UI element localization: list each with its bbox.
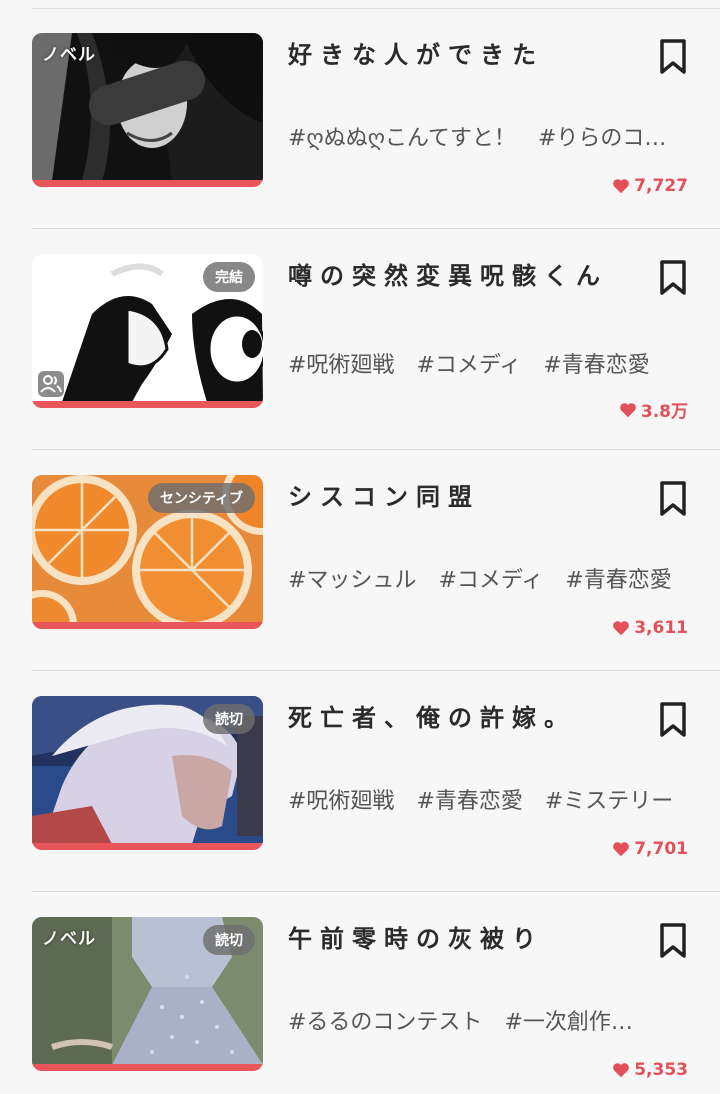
tag[interactable]: #青春恋愛	[543, 353, 649, 378]
heart-icon	[613, 179, 630, 194]
like-count: 3.8万	[619, 397, 688, 422]
story-title[interactable]: 死亡者、俺の許嫁。	[288, 697, 608, 739]
completed-badge: 完結	[203, 262, 255, 292]
tag[interactable]: #呪術廻戦	[288, 353, 394, 378]
heart-icon	[620, 402, 636, 417]
story-title[interactable]: 噂の突然変異呪骸くん	[288, 255, 608, 297]
tag[interactable]: #青春恋愛	[565, 568, 671, 593]
story-list: ノベル 好きな人ができた #ღぬぬღこんてすと！ #りらのコ… 7,727 完結…	[0, 0, 720, 1094]
tag[interactable]: #ღぬぬღこんてすと！	[288, 126, 516, 151]
story-item[interactable]: 完結 噂の突然変異呪骸くん #呪術廻戦 #コメディ #青春恋愛 3.8万	[32, 229, 720, 450]
tag[interactable]: #一次創作…	[504, 1010, 632, 1035]
tag[interactable]: #りらのコ…	[538, 126, 666, 151]
story-tags: #呪術廻戦 #コメディ #青春恋愛	[288, 347, 688, 379]
story-thumbnail[interactable]: 読切	[32, 696, 263, 850]
novel-badge: ノベル	[42, 45, 96, 65]
like-count-value: 7,701	[634, 839, 688, 859]
story-tags: #マッシュル #コメディ #青春恋愛	[288, 562, 688, 594]
story-tags: #呪術廻戦 #青春恋愛 #ミステリー	[288, 783, 688, 815]
story-title[interactable]: シスコン同盟	[288, 476, 608, 518]
story-thumbnail[interactable]: ノベル	[32, 33, 263, 187]
bookmark-icon[interactable]	[658, 701, 688, 739]
tag[interactable]: #呪術廻戦	[288, 789, 394, 814]
heart-icon	[613, 621, 630, 636]
story-title[interactable]: 好きな人ができた	[288, 34, 608, 76]
tag[interactable]: #るるのコンテスト	[288, 1010, 482, 1035]
story-item[interactable]: センシティブ シスコン同盟 #マッシュル #コメディ #青春恋愛 3,611	[32, 450, 720, 671]
story-item[interactable]: ノベル 読切 午前零時の灰被り #るるのコンテスト #一次創作… 5,353	[32, 892, 720, 1094]
like-count-value: 3.8万	[640, 402, 688, 422]
like-count: 5,353	[612, 1060, 688, 1080]
thumbnail-accent-bar	[32, 622, 263, 629]
oneshot-badge: 読切	[203, 704, 255, 734]
like-count: 7,701	[612, 839, 688, 859]
thumbnail-accent-bar	[32, 1064, 263, 1071]
story-thumbnail[interactable]: センシティブ	[32, 475, 263, 629]
tag[interactable]: #コメディ	[438, 568, 543, 593]
story-tags: #ღぬぬღこんてすと！ #りらのコ…	[288, 120, 688, 152]
thumbnail-accent-bar	[32, 843, 263, 850]
bookmark-icon[interactable]	[658, 480, 688, 518]
tag[interactable]: #コメディ	[416, 353, 521, 378]
tag[interactable]: #ミステリー	[545, 789, 673, 814]
heart-icon	[613, 842, 630, 857]
like-count-value: 5,353	[634, 1060, 688, 1080]
bookmark-icon[interactable]	[658, 259, 688, 297]
story-thumbnail[interactable]: ノベル 読切	[32, 917, 263, 1071]
people-icon	[38, 371, 64, 397]
bookmark-icon[interactable]	[658, 922, 688, 960]
like-count: 7,727	[612, 176, 688, 196]
like-count: 3,611	[612, 618, 688, 638]
novel-badge: ノベル	[42, 929, 96, 949]
like-count-value: 7,727	[634, 176, 688, 196]
like-count-value: 3,611	[634, 618, 688, 638]
thumbnail-accent-bar	[32, 401, 263, 408]
story-item[interactable]: 読切 死亡者、俺の許嫁。 #呪術廻戦 #青春恋愛 #ミステリー 7,701	[32, 671, 720, 892]
bookmark-icon[interactable]	[658, 38, 688, 76]
tag[interactable]: #マッシュル	[288, 568, 416, 593]
story-thumbnail[interactable]: 完結	[32, 254, 263, 408]
thumbnail-accent-bar	[32, 180, 263, 187]
story-item[interactable]: ノベル 好きな人ができた #ღぬぬღこんてすと！ #りらのコ… 7,727	[32, 8, 720, 229]
heart-icon	[613, 1063, 630, 1078]
story-tags: #るるのコンテスト #一次創作…	[288, 1004, 688, 1036]
oneshot-badge: 読切	[203, 925, 255, 955]
story-title[interactable]: 午前零時の灰被り	[288, 918, 608, 960]
tag[interactable]: #青春恋愛	[416, 789, 522, 814]
sensitive-badge: センシティブ	[147, 483, 255, 513]
